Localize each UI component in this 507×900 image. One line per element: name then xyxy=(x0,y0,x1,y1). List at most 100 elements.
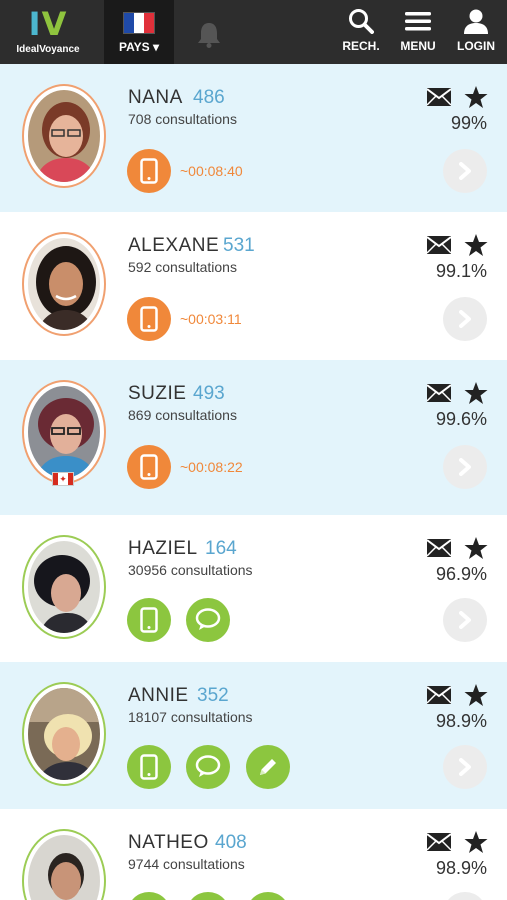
write-message-button[interactable] xyxy=(246,745,290,789)
view-profile-button[interactable] xyxy=(443,149,487,193)
view-profile-button[interactable] xyxy=(443,445,487,489)
chat-button[interactable] xyxy=(186,892,230,900)
login-button[interactable]: LOGIN xyxy=(446,8,506,58)
logo-text: IdealVoyance xyxy=(16,44,80,55)
consultation-count: 592 consultations xyxy=(128,259,237,275)
login-label: LOGIN xyxy=(457,39,495,53)
psychic-card[interactable]: ALEXANE 531 592 consultations ~00:03:11 … xyxy=(0,212,507,360)
france-flag-icon xyxy=(123,12,155,34)
consultation-count: 708 consultations xyxy=(128,111,237,127)
phone-button[interactable] xyxy=(127,598,171,642)
canada-flag-icon: ✦ xyxy=(52,472,74,486)
psychic-score: 352 xyxy=(197,685,229,706)
view-profile-button[interactable] xyxy=(443,598,487,642)
star-icon[interactable] xyxy=(464,85,488,109)
view-profile-button[interactable] xyxy=(443,297,487,341)
search-button[interactable]: RECH. xyxy=(331,8,391,58)
bell-icon[interactable] xyxy=(196,20,222,48)
search-icon xyxy=(349,9,374,34)
avatar[interactable] xyxy=(22,380,106,484)
avatar[interactable] xyxy=(22,84,106,188)
satisfaction-rating: 99.6% xyxy=(435,409,487,429)
chevron-right-icon xyxy=(459,758,471,776)
psychic-card[interactable]: NATHEO 408 9744 consultations 98.9% xyxy=(0,809,507,900)
phone-button[interactable] xyxy=(127,445,171,489)
psychic-card[interactable]: ANNIE 352 18107 consultations 98.9% xyxy=(0,662,507,809)
phone-icon xyxy=(140,158,158,184)
avatar[interactable] xyxy=(22,232,106,336)
star-icon[interactable] xyxy=(464,830,488,854)
mail-icon[interactable] xyxy=(427,88,451,106)
chevron-right-icon xyxy=(459,162,471,180)
mail-icon[interactable] xyxy=(427,236,451,254)
psychic-name[interactable]: ANNIE xyxy=(128,685,189,707)
star-icon[interactable] xyxy=(464,233,488,257)
logo[interactable]: IV IdealVoyance xyxy=(10,8,86,58)
chevron-right-icon xyxy=(459,310,471,328)
view-profile-button[interactable] xyxy=(443,745,487,789)
avatar[interactable] xyxy=(22,535,106,639)
psychic-name[interactable]: ALEXANE xyxy=(128,235,219,257)
satisfaction-rating: 96.9% xyxy=(435,564,487,584)
wait-timer: ~00:03:11 xyxy=(180,311,242,327)
psychic-score: 164 xyxy=(205,538,237,559)
psychic-card[interactable]: NANA 486 708 consultations ~00:08:40 99% xyxy=(0,64,507,212)
psychic-list: NANA 486 708 consultations ~00:08:40 99% xyxy=(0,64,507,900)
consultation-count: 30956 consultations xyxy=(128,562,253,578)
phone-button[interactable] xyxy=(127,745,171,789)
mail-icon[interactable] xyxy=(427,384,451,402)
menu-label: MENU xyxy=(400,39,436,53)
psychic-name[interactable]: NANA xyxy=(128,87,183,109)
psychic-card[interactable]: HAZIEL 164 30956 consultations 96.9% xyxy=(0,515,507,662)
wait-timer: ~00:08:22 xyxy=(180,459,243,475)
phone-icon xyxy=(140,607,158,633)
country-selector[interactable]: PAYS ▾ xyxy=(104,0,174,64)
psychic-name[interactable]: SUZIE xyxy=(128,383,186,405)
chat-icon xyxy=(195,755,221,777)
pencil-icon xyxy=(260,759,276,775)
psychic-score: 531 xyxy=(223,235,255,256)
chat-button[interactable] xyxy=(186,598,230,642)
psychic-name[interactable]: NATHEO xyxy=(128,832,209,854)
chat-button[interactable] xyxy=(186,745,230,789)
satisfaction-rating: 98.9% xyxy=(435,711,487,731)
satisfaction-rating: 98.9% xyxy=(435,858,487,878)
satisfaction-rating: 99% xyxy=(450,113,487,133)
phone-icon xyxy=(140,454,158,480)
search-label: RECH. xyxy=(342,39,380,53)
view-profile-button[interactable] xyxy=(443,892,487,900)
write-message-button[interactable] xyxy=(246,892,290,900)
user-icon xyxy=(464,9,488,34)
mail-icon[interactable] xyxy=(427,686,451,704)
top-bar: IV IdealVoyance PAYS ▾ RECH. MENU LOGIN xyxy=(0,0,507,64)
avatar[interactable] xyxy=(22,682,106,786)
psychic-score: 493 xyxy=(193,383,225,404)
country-selector-label: PAYS ▾ xyxy=(118,40,160,54)
phone-button[interactable] xyxy=(127,149,171,193)
star-icon[interactable] xyxy=(464,683,488,707)
mail-icon[interactable] xyxy=(427,539,451,557)
logo-mark: IV xyxy=(28,5,68,43)
psychic-card[interactable]: ✦ SUZIE 493 869 consultations ~00:08:22 … xyxy=(0,360,507,515)
psychic-score: 408 xyxy=(215,832,247,853)
psychic-score: 486 xyxy=(193,87,225,108)
chevron-right-icon xyxy=(459,458,471,476)
consultation-count: 18107 consultations xyxy=(128,709,253,725)
psychic-name[interactable]: HAZIEL xyxy=(128,538,198,560)
consultation-count: 869 consultations xyxy=(128,407,237,423)
star-icon[interactable] xyxy=(464,381,488,405)
consultation-count: 9744 consultations xyxy=(128,856,245,872)
phone-icon xyxy=(140,306,158,332)
menu-button[interactable]: MENU xyxy=(388,8,448,58)
phone-button[interactable] xyxy=(127,297,171,341)
chat-icon xyxy=(195,608,221,630)
avatar[interactable] xyxy=(22,829,106,900)
satisfaction-rating: 99.1% xyxy=(435,261,487,281)
menu-icon xyxy=(405,12,431,31)
star-icon[interactable] xyxy=(464,536,488,560)
phone-icon xyxy=(140,754,158,780)
wait-timer: ~00:08:40 xyxy=(180,163,243,179)
phone-button[interactable] xyxy=(127,892,171,900)
chevron-right-icon xyxy=(459,611,471,629)
mail-icon[interactable] xyxy=(427,833,451,851)
